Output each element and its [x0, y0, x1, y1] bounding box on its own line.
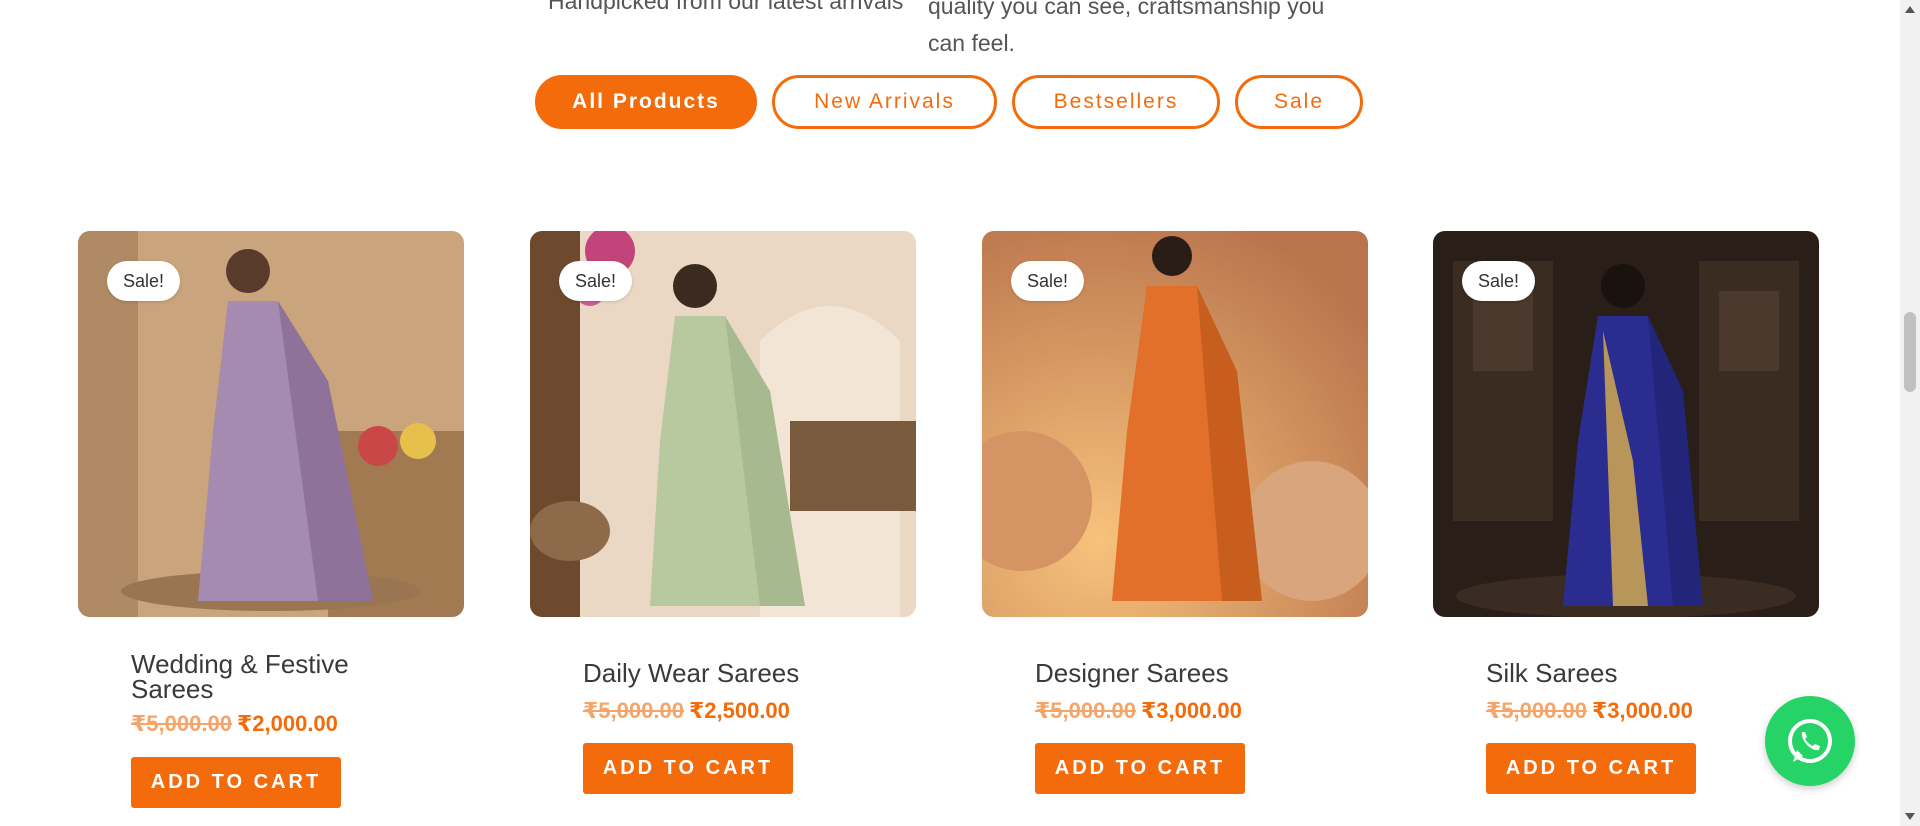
product-price: ₹5,000.00 ₹3,000.00 — [1486, 698, 1693, 724]
sale-badge: Sale! — [1462, 261, 1536, 301]
sale-price: ₹3,000.00 — [1140, 698, 1242, 723]
product-title[interactable]: Designer Sarees — [1035, 660, 1229, 686]
scroll-up-icon[interactable] — [1905, 6, 1915, 13]
product-price: ₹5,000.00 ₹2,500.00 — [583, 698, 790, 724]
product-filter-tabs: All Products New Arrivals Bestsellers Sa… — [535, 75, 1363, 129]
page-scrollbar[interactable] — [1900, 0, 1920, 826]
product-card: Sale! Silk Sarees ₹5,000.00 ₹3,000.00 ADD… — [1433, 231, 1819, 794]
tab-all-products[interactable]: All Products — [535, 75, 757, 129]
product-card: Sale! Wedding & Festive Sarees ₹5,000.00… — [78, 231, 464, 808]
intro-left-text: Handpicked from our latest arrivals — [548, 0, 904, 14]
original-price: ₹5,000.00 — [583, 698, 684, 723]
product-price: ₹5,000.00 ₹3,000.00 — [1035, 698, 1242, 724]
product-image[interactable]: Sale! — [982, 231, 1368, 617]
scroll-down-icon[interactable] — [1905, 813, 1915, 820]
product-title[interactable]: Silk Sarees — [1486, 660, 1618, 686]
tab-new-arrivals[interactable]: New Arrivals — [772, 75, 997, 129]
whatsapp-icon — [1788, 719, 1832, 763]
tab-bestsellers[interactable]: Bestsellers — [1012, 75, 1220, 129]
product-card: Sale! Daily Wear Sarees ₹5,000.00 ₹2,500.… — [530, 231, 916, 794]
add-to-cart-button[interactable]: ADD TO CART — [1486, 743, 1696, 794]
product-title[interactable]: Wedding & Festive Sarees — [131, 651, 391, 702]
whatsapp-chat-button[interactable] — [1765, 696, 1855, 786]
intro-right-text: quality you can see, craftsmanship you c… — [928, 0, 1325, 56]
scrollbar-thumb[interactable] — [1904, 312, 1916, 392]
add-to-cart-button[interactable]: ADD TO CART — [1035, 743, 1245, 794]
add-to-cart-button[interactable]: ADD TO CART — [131, 757, 341, 808]
original-price: ₹5,000.00 — [1035, 698, 1136, 723]
add-to-cart-button[interactable]: ADD TO CART — [583, 743, 793, 794]
product-image[interactable]: Sale! — [78, 231, 464, 617]
product-image[interactable]: Sale! — [1433, 231, 1819, 617]
tab-sale[interactable]: Sale — [1235, 75, 1363, 129]
product-price: ₹5,000.00 ₹2,000.00 — [131, 711, 338, 737]
original-price: ₹5,000.00 — [131, 711, 232, 736]
sale-price: ₹2,000.00 — [236, 711, 338, 736]
product-image[interactable]: Sale! — [530, 231, 916, 617]
sale-badge: Sale! — [107, 261, 181, 301]
original-price: ₹5,000.00 — [1486, 698, 1587, 723]
sale-badge: Sale! — [559, 261, 633, 301]
sale-badge: Sale! — [1011, 261, 1085, 301]
product-card: Sale! Designer Sarees ₹5,000.00 ₹3,000.00… — [982, 231, 1368, 794]
sale-price: ₹3,000.00 — [1591, 698, 1693, 723]
sale-price: ₹2,500.00 — [688, 698, 790, 723]
product-title[interactable]: Daily Wear Sarees — [583, 660, 799, 686]
